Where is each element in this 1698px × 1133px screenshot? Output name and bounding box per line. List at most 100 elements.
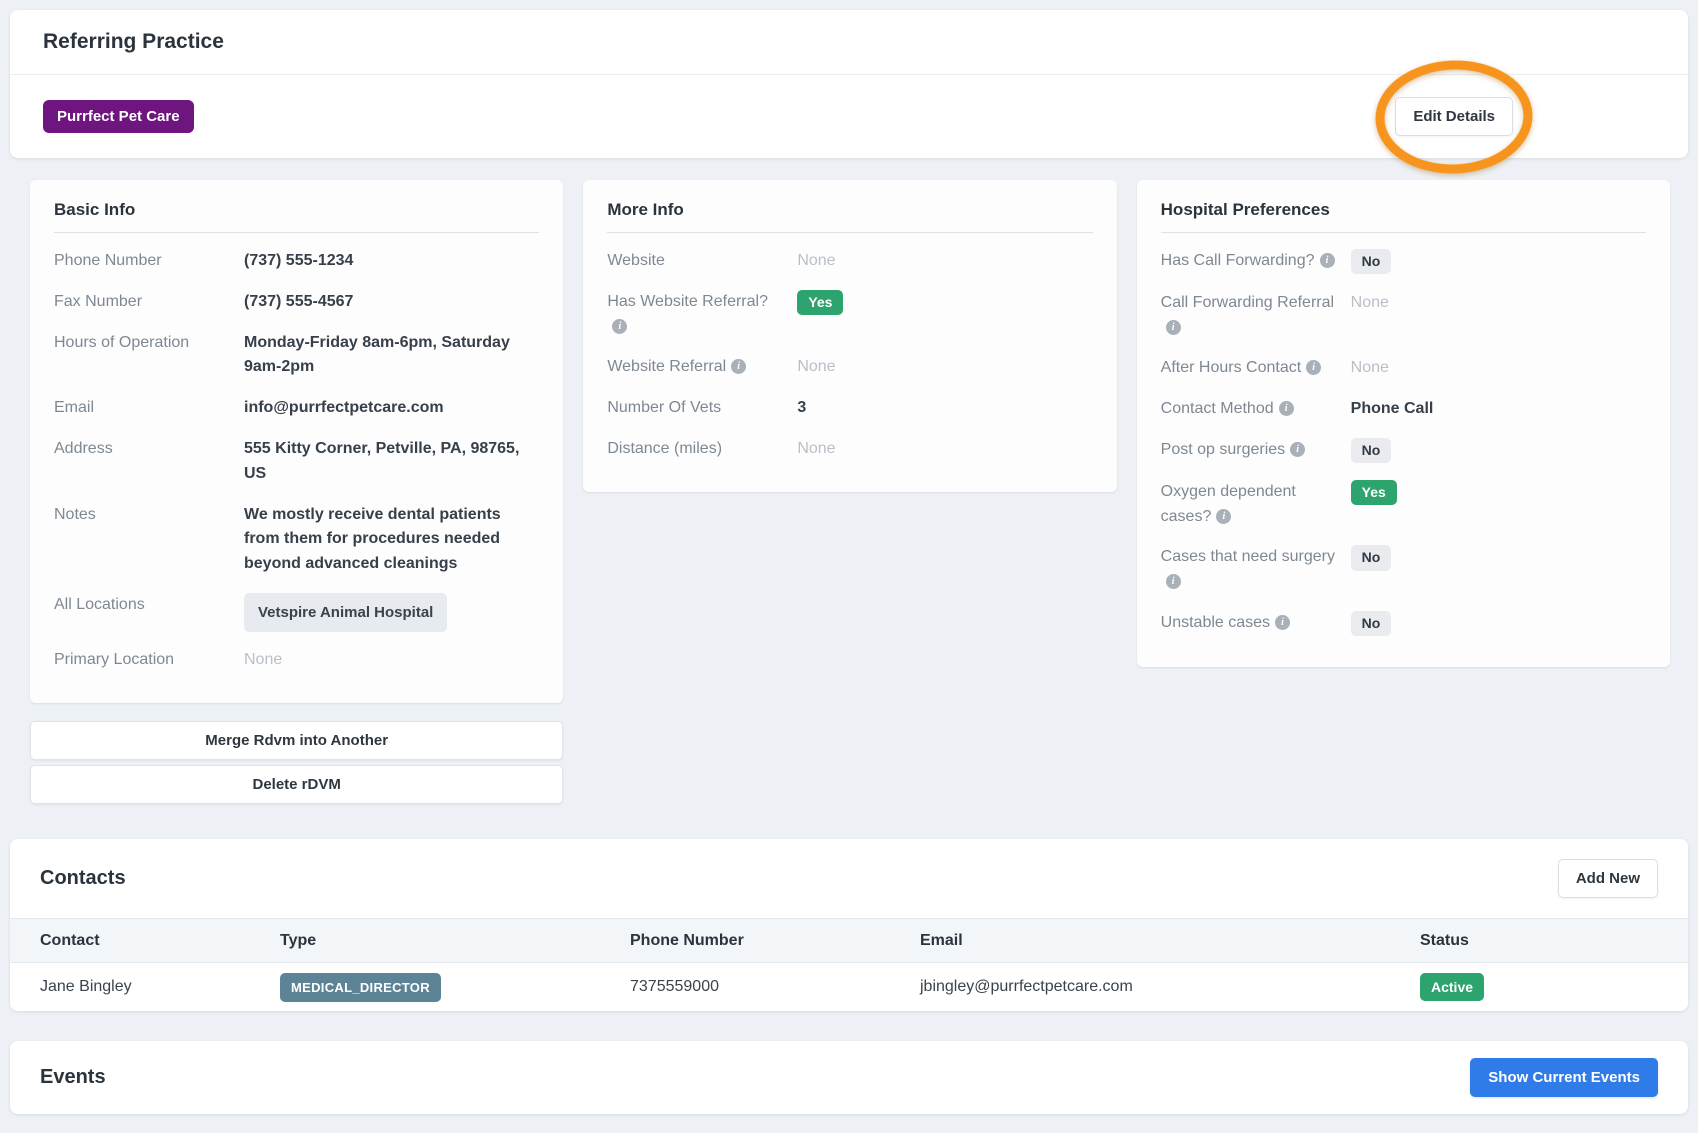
page-title: Referring Practice — [43, 30, 1655, 54]
post-op-surgeries-value: No — [1351, 438, 1646, 464]
no-badge: No — [1351, 249, 1392, 274]
more-info-panel: More Info Website None Has Website Refer… — [583, 180, 1116, 492]
info-icon[interactable] — [1166, 574, 1181, 589]
hospital-preferences-column: Hospital Preferences Has Call Forwarding… — [1137, 180, 1670, 667]
edit-details-wrap: Edit Details — [1395, 97, 1513, 136]
contact-table-row[interactable]: Jane Bingley MEDICAL_DIRECTOR 7375559000… — [10, 963, 1688, 1011]
after-hours-contact-value: None — [1351, 356, 1646, 381]
has-website-referral-row: Has Website Referral? Yes — [607, 290, 1092, 340]
contact-phone-cell: 7375559000 — [630, 978, 920, 996]
info-icon[interactable] — [1320, 253, 1335, 268]
details-columns: Basic Info Phone Number (737) 555-1234 F… — [30, 180, 1670, 809]
edit-details-button[interactable]: Edit Details — [1395, 97, 1513, 136]
info-icon[interactable] — [612, 319, 627, 334]
post-op-surgeries-label: Post op surgeries — [1161, 438, 1351, 464]
events-title-row: Events Show Current Events — [10, 1041, 1688, 1114]
add-new-button[interactable]: Add New — [1558, 859, 1658, 898]
contact-type-badge: MEDICAL_DIRECTOR — [280, 973, 441, 1002]
location-chip[interactable]: Vetspire Animal Hospital — [244, 593, 447, 632]
info-icon[interactable] — [731, 359, 746, 374]
website-value: None — [797, 249, 1092, 274]
primary-location-label: Primary Location — [54, 648, 244, 673]
distance-row: Distance (miles) None — [607, 437, 1092, 462]
address-row: Address 555 Kitty Corner, Petville, PA, … — [54, 437, 539, 487]
events-title: Events — [40, 1066, 106, 1089]
hospital-preferences-heading: Hospital Preferences — [1161, 200, 1646, 233]
call-forwarding-referral-row: Call Forwarding Referral None — [1161, 291, 1646, 341]
hospital-preferences-panel: Hospital Preferences Has Call Forwarding… — [1137, 180, 1670, 667]
status-badge: Active — [1420, 973, 1484, 1001]
info-icon[interactable] — [1279, 401, 1294, 416]
info-icon[interactable] — [1275, 615, 1290, 630]
contact-type-cell: MEDICAL_DIRECTOR — [280, 973, 630, 1002]
no-badge: No — [1351, 438, 1392, 463]
oxygen-dependent-cases-row: Oxygen dependent cases? Yes — [1161, 480, 1646, 530]
all-locations-row: All Locations Vetspire Animal Hospital — [54, 593, 539, 632]
website-referral-row: Website Referral None — [607, 355, 1092, 380]
phone-number-value: (737) 555-1234 — [244, 249, 539, 274]
more-info-heading: More Info — [607, 200, 1092, 233]
primary-location-value: None — [244, 648, 539, 673]
status-column-header: Status — [1420, 932, 1658, 950]
call-forwarding-referral-label: Call Forwarding Referral — [1161, 291, 1351, 341]
website-referral-label: Website Referral — [607, 355, 797, 380]
fax-number-value: (737) 555-4567 — [244, 290, 539, 315]
merge-rdvm-button[interactable]: Merge Rdvm into Another — [30, 721, 563, 760]
fax-number-row: Fax Number (737) 555-4567 — [54, 290, 539, 315]
has-website-referral-label: Has Website Referral? — [607, 290, 797, 340]
hours-value: Monday-Friday 8am-6pm, Saturday 9am-2pm — [244, 331, 539, 381]
distance-label: Distance (miles) — [607, 437, 797, 462]
website-row: Website None — [607, 249, 1092, 274]
hours-row: Hours of Operation Monday-Friday 8am-6pm… — [54, 331, 539, 381]
contact-method-label: Contact Method — [1161, 397, 1351, 422]
basic-info-panel: Basic Info Phone Number (737) 555-1234 F… — [30, 180, 563, 703]
basic-info-column: Basic Info Phone Number (737) 555-1234 F… — [30, 180, 563, 809]
email-column-header: Email — [920, 932, 1420, 950]
yes-badge: Yes — [1351, 480, 1397, 505]
show-current-events-button[interactable]: Show Current Events — [1470, 1058, 1658, 1097]
referring-practice-header: Referring Practice — [10, 10, 1688, 75]
basic-info-heading: Basic Info — [54, 200, 539, 233]
phone-number-row: Phone Number (737) 555-1234 — [54, 249, 539, 274]
referring-practice-card: Referring Practice Purrfect Pet Care Edi… — [10, 10, 1688, 158]
rdvm-actions: Merge Rdvm into Another Delete rDVM — [30, 721, 563, 804]
website-referral-value: None — [797, 355, 1092, 380]
contacts-title-row: Contacts Add New — [10, 839, 1688, 918]
has-website-referral-value: Yes — [797, 290, 1092, 340]
contact-email-cell: jbingley@purrfectpetcare.com — [920, 978, 1420, 996]
email-label: Email — [54, 396, 244, 421]
post-op-surgeries-row: Post op surgeries No — [1161, 438, 1646, 464]
info-icon[interactable] — [1166, 320, 1181, 335]
phone-column-header: Phone Number — [630, 932, 920, 950]
more-info-column: More Info Website None Has Website Refer… — [583, 180, 1116, 492]
delete-rdvm-button[interactable]: Delete rDVM — [30, 765, 563, 804]
contacts-table-header: Contact Type Phone Number Email Status — [10, 918, 1688, 963]
address-label: Address — [54, 437, 244, 487]
address-value: 555 Kitty Corner, Petville, PA, 98765, U… — [244, 437, 539, 487]
info-icon[interactable] — [1290, 442, 1305, 457]
number-of-vets-row: Number Of Vets 3 — [607, 396, 1092, 421]
fax-number-label: Fax Number — [54, 290, 244, 315]
contact-column-header: Contact — [40, 932, 280, 950]
all-locations-label: All Locations — [54, 593, 244, 632]
contact-status-cell: Active — [1420, 973, 1658, 1001]
primary-location-row: Primary Location None — [54, 648, 539, 673]
call-forwarding-referral-value: None — [1351, 291, 1646, 341]
number-of-vets-label: Number Of Vets — [607, 396, 797, 421]
practice-name-badge: Purrfect Pet Care — [43, 100, 194, 133]
number-of-vets-value: 3 — [797, 396, 1092, 421]
website-label: Website — [607, 249, 797, 274]
cases-that-need-surgery-value: No — [1351, 545, 1646, 595]
info-icon[interactable] — [1216, 509, 1231, 524]
contacts-card: Contacts Add New Contact Type Phone Numb… — [10, 839, 1688, 1011]
info-icon[interactable] — [1306, 360, 1321, 375]
cases-that-need-surgery-label: Cases that need surgery — [1161, 545, 1351, 595]
phone-number-label: Phone Number — [54, 249, 244, 274]
oxygen-dependent-cases-label: Oxygen dependent cases? — [1161, 480, 1351, 530]
hours-label: Hours of Operation — [54, 331, 244, 381]
has-call-forwarding-label: Has Call Forwarding? — [1161, 249, 1351, 275]
distance-value: None — [797, 437, 1092, 462]
unstable-cases-row: Unstable cases No — [1161, 611, 1646, 637]
has-call-forwarding-value: No — [1351, 249, 1646, 275]
yes-badge: Yes — [797, 290, 843, 315]
